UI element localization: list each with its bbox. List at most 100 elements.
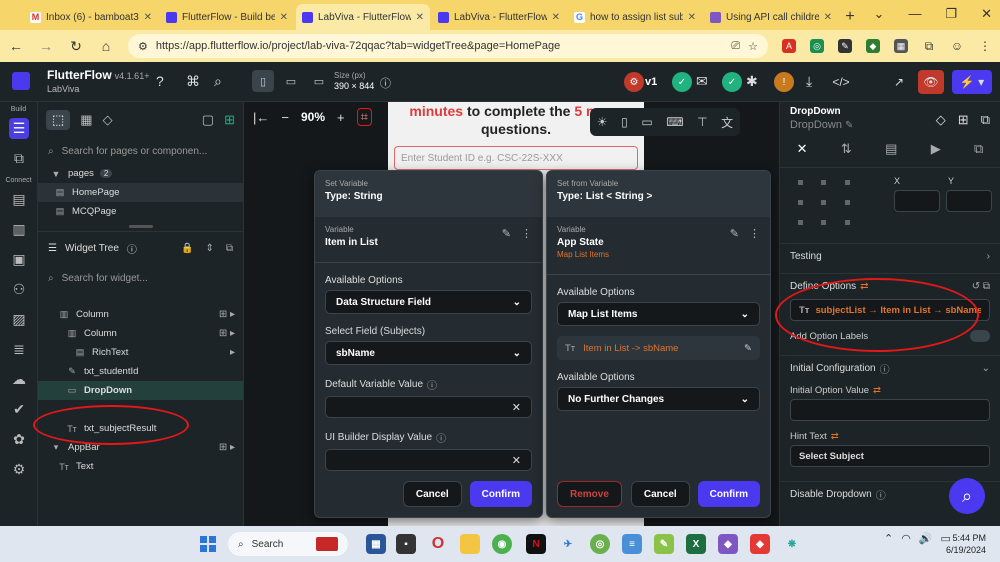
tree-node-richtext[interactable]: ▤ RichText ▸ bbox=[38, 343, 243, 362]
profile-icon[interactable]: ☺ bbox=[950, 39, 964, 53]
widget-tree-nav-icon[interactable]: ☰ bbox=[0, 113, 38, 143]
chrome-icon[interactable]: ◉ bbox=[492, 534, 512, 554]
close-icon[interactable]: ✕ bbox=[824, 12, 832, 23]
info-icon[interactable]: ⓘ bbox=[127, 241, 137, 256]
add-child-icon[interactable]: ⊞ ▸ bbox=[219, 309, 235, 320]
team-nav-icon[interactable]: ⚇ bbox=[0, 274, 38, 304]
install-icon[interactable]: ⎚ bbox=[731, 40, 740, 53]
database-nav-icon[interactable]: ▤ bbox=[0, 184, 38, 214]
edit-icon[interactable]: ✎ bbox=[730, 227, 739, 240]
adblock-extension-icon[interactable]: A bbox=[782, 39, 796, 53]
preview-button[interactable]: 👁 bbox=[918, 70, 944, 94]
anydesk-icon[interactable]: ◆ bbox=[750, 534, 770, 554]
confirm-button[interactable]: Confirm bbox=[697, 481, 760, 507]
puzzle-icon[interactable]: ⧉ bbox=[922, 39, 936, 53]
windows-start-icon[interactable] bbox=[200, 536, 216, 552]
select-tool-icon[interactable]: ⌗ bbox=[356, 108, 372, 126]
confirm-button[interactable]: Confirm bbox=[469, 481, 532, 507]
components-nav-icon[interactable]: ⧉ bbox=[0, 143, 38, 173]
tab-properties-icon[interactable]: ✕ bbox=[797, 141, 808, 157]
wrap-icon[interactable]: ⊞ bbox=[958, 112, 969, 128]
check-icon[interactable]: ✓ bbox=[722, 72, 742, 92]
info-icon[interactable]: ⓘ bbox=[876, 487, 886, 502]
tree-node-dropdown-selected[interactable]: ▭ DropDown bbox=[38, 381, 243, 400]
image-nav-icon[interactable]: ▨ bbox=[0, 304, 38, 334]
netflix-icon[interactable]: N bbox=[526, 534, 546, 554]
add-option-labels-toggle[interactable] bbox=[970, 330, 990, 342]
taskbar-search[interactable]: ⌕ Search bbox=[228, 532, 348, 556]
help-chat-button[interactable]: ⌕ bbox=[949, 478, 985, 514]
version-avatar-icon[interactable]: ⚙ bbox=[624, 72, 644, 92]
open-external-button[interactable]: ↗ bbox=[886, 70, 912, 94]
close-icon[interactable]: ✕ bbox=[552, 12, 560, 23]
cloud-nav-icon[interactable]: ☁ bbox=[0, 364, 38, 394]
visual-studio-icon[interactable]: ◆ bbox=[718, 534, 738, 554]
edit-icon[interactable]: ✎ bbox=[744, 343, 752, 354]
forward-icon[interactable]: → bbox=[38, 38, 54, 54]
eyedropper-extension-icon[interactable]: ✎ bbox=[838, 39, 852, 53]
taskbar-app-icon[interactable]: ▪ bbox=[396, 534, 416, 554]
widget-search[interactable]: ⌕ Search for widget... bbox=[38, 265, 243, 291]
mapped-item-binding[interactable]: Tт Item in List -> sbName ✎ bbox=[557, 336, 760, 360]
expand-icon[interactable]: ⇕ bbox=[205, 243, 213, 254]
maximize-icon[interactable]: ❐ bbox=[945, 6, 957, 22]
library-tab-icon[interactable]: ◇ bbox=[103, 112, 113, 128]
browser-tab-google[interactable]: G how to assign list sub ✕ bbox=[568, 4, 702, 30]
cancel-button[interactable]: Cancel bbox=[630, 481, 690, 507]
pages-tab-icon[interactable]: ⬚ bbox=[46, 110, 71, 130]
cancel-button[interactable]: Cancel bbox=[402, 481, 462, 507]
list-nav-icon[interactable]: ≣ bbox=[0, 334, 38, 364]
initial-config-section[interactable]: Initial Configuration ⓘ ⌄ bbox=[780, 355, 1000, 381]
panel-resize-handle[interactable] bbox=[38, 221, 243, 231]
tree-node-text[interactable]: Tт Text bbox=[38, 457, 243, 476]
initial-option-input[interactable] bbox=[790, 399, 990, 421]
available-options-select[interactable]: Data Structure Field ⌄ bbox=[325, 290, 532, 314]
add-page-icon[interactable]: ⊞ bbox=[224, 112, 235, 128]
tab-animations-icon[interactable]: ▶ bbox=[931, 141, 941, 157]
alignment-grid[interactable] bbox=[798, 180, 858, 230]
site-info-icon[interactable]: ⚙ bbox=[138, 40, 148, 53]
tab-backend-icon[interactable]: ▤ bbox=[885, 141, 897, 157]
remove-button[interactable]: Remove bbox=[557, 481, 622, 507]
edit-icon[interactable]: ✎ bbox=[502, 227, 511, 240]
copy-icon[interactable]: ⧉ bbox=[226, 243, 233, 254]
settings-nav-icon[interactable]: ⚙ bbox=[0, 454, 38, 484]
info-icon[interactable]: ⓘ bbox=[436, 430, 446, 445]
reset-icon[interactable]: ↺ ⧉ bbox=[972, 281, 990, 292]
tree-node-textfield[interactable]: ✎ txt_studentId bbox=[38, 362, 243, 381]
define-options-value[interactable]: Tт subjectList → Item in List → sbName bbox=[790, 299, 990, 321]
reload-icon[interactable]: ↻ bbox=[68, 38, 84, 55]
taskbar-app-icon[interactable]: ◎ bbox=[590, 534, 610, 554]
code-button[interactable]: </> bbox=[828, 70, 854, 94]
taskbar-app-icon[interactable]: ❋ bbox=[782, 534, 802, 554]
available-options2-select[interactable]: No Further Changes ⌄ bbox=[557, 387, 760, 411]
home-icon[interactable]: ⌂ bbox=[98, 38, 114, 54]
light-mode-icon[interactable]: ▯ bbox=[621, 115, 628, 129]
zoom-level[interactable]: 90% bbox=[301, 110, 325, 124]
ui-builder-input[interactable]: ✕ bbox=[325, 449, 532, 471]
more-icon[interactable]: ⋮ bbox=[749, 227, 760, 240]
expand-icon[interactable]: ▸ bbox=[230, 347, 235, 358]
clear-icon[interactable]: ✕ bbox=[512, 454, 521, 467]
add-child-icon[interactable]: ⊞ ▸ bbox=[219, 442, 235, 453]
run-button[interactable]: ⚡ ▾ bbox=[952, 70, 992, 94]
device-frame-icon[interactable]: ▭ bbox=[641, 115, 652, 129]
tab-actions-icon[interactable]: ⇅ bbox=[841, 141, 852, 157]
collapse-panel-icon[interactable]: |← bbox=[253, 110, 269, 125]
url-bar[interactable]: ⚙ https://app.flutterflow.io/project/lab… bbox=[128, 34, 768, 58]
help-icon[interactable]: ? bbox=[156, 73, 164, 89]
new-tab-button[interactable]: + bbox=[840, 4, 860, 30]
select-field-select[interactable]: sbName ⌄ bbox=[325, 341, 532, 365]
phone-device-button[interactable]: ▯ bbox=[252, 70, 274, 92]
available-options-select[interactable]: Map List Items ⌄ bbox=[557, 302, 760, 326]
zoom-out-icon[interactable]: − bbox=[281, 110, 289, 125]
variable-icon[interactable]: ⇄ bbox=[873, 385, 881, 396]
tree-node-column[interactable]: ▥ Column ⊞ ▸ bbox=[38, 324, 243, 343]
add-child-icon[interactable]: ⊞ ▸ bbox=[219, 328, 235, 339]
more-icon[interactable]: ⋮ bbox=[521, 227, 532, 240]
api-nav-icon[interactable]: ▥ bbox=[0, 214, 38, 244]
desktop-device-button[interactable]: ▭ bbox=[308, 70, 330, 92]
opera-icon[interactable]: O bbox=[428, 534, 448, 554]
info-icon[interactable]: ⓘ bbox=[380, 75, 391, 91]
wifi-icon[interactable]: ◠ bbox=[901, 532, 911, 545]
